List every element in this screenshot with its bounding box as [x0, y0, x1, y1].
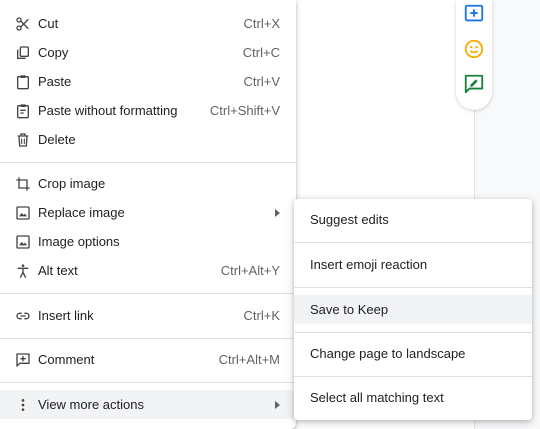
clipboard-text-icon: [14, 102, 32, 120]
scissors-icon: [14, 15, 32, 33]
menu-item-image-options[interactable]: Image options: [0, 227, 296, 256]
menu-item-label: Cut: [38, 16, 59, 31]
submenu-item-select-all-matching-text[interactable]: Select all matching text: [294, 383, 532, 412]
submenu-item-suggest-edits[interactable]: Suggest edits: [294, 205, 532, 234]
submenu-divider: [294, 332, 532, 333]
menu-item-shortcut: Ctrl+X: [243, 16, 280, 31]
image-icon: [14, 204, 32, 222]
submenu-item-save-to-keep[interactable]: Save to Keep: [294, 295, 532, 324]
context-menu: Cut Ctrl+X Copy Ctrl+C Paste Ctrl+V Past…: [0, 0, 296, 429]
menu-item-delete[interactable]: Delete: [0, 125, 296, 154]
submenu-divider: [294, 376, 532, 377]
menu-item-label: Paste: [38, 74, 72, 89]
accessibility-icon: [14, 262, 32, 280]
submenu-item-label: Change page to landscape: [310, 346, 466, 361]
menu-item-alt-text[interactable]: Alt text Ctrl+Alt+Y: [0, 256, 296, 285]
menu-divider: [0, 293, 296, 294]
menu-item-label: Image options: [38, 234, 120, 249]
view-more-actions-submenu: Suggest edits Insert emoji reaction Save…: [294, 199, 532, 420]
menu-item-copy[interactable]: Copy Ctrl+C: [0, 38, 296, 67]
trash-icon: [14, 131, 32, 149]
crop-icon: [14, 175, 32, 193]
image-icon: [14, 233, 32, 251]
submenu-item-change-page-to-landscape[interactable]: Change page to landscape: [294, 339, 532, 368]
menu-item-label: Delete: [38, 132, 76, 147]
more-vert-icon: [14, 396, 32, 414]
submenu-arrow-icon: [275, 208, 280, 217]
submenu-item-label: Select all matching text: [310, 390, 444, 405]
menu-item-shortcut: Ctrl+K: [243, 308, 280, 323]
submenu-item-label: Insert emoji reaction: [310, 257, 428, 272]
submenu-divider: [294, 287, 532, 288]
link-icon: [14, 307, 32, 325]
menu-item-insert-link[interactable]: Insert link Ctrl+K: [0, 301, 296, 330]
submenu-item-insert-emoji-reaction[interactable]: Insert emoji reaction: [294, 250, 532, 279]
menu-divider: [0, 162, 296, 163]
menu-item-shortcut: Ctrl+Shift+V: [209, 103, 280, 118]
copy-icon: [14, 44, 32, 62]
menu-item-crop-image[interactable]: Crop image: [0, 169, 296, 198]
menu-item-label: Replace image: [38, 205, 125, 220]
menu-item-label: Comment: [38, 352, 95, 367]
add-comment-icon: [463, 3, 485, 30]
menu-item-cut[interactable]: Cut Ctrl+X: [0, 9, 296, 38]
menu-item-label: Insert link: [38, 308, 94, 323]
suggest-edits-icon: [463, 73, 485, 100]
clipboard-icon: [14, 73, 32, 91]
add-comment-button[interactable]: [462, 4, 486, 28]
add-emoji-reaction-button[interactable]: [462, 39, 486, 63]
add-comment-icon: [14, 351, 32, 369]
menu-item-label: Paste without formatting: [38, 103, 178, 118]
emoji-icon: [463, 38, 485, 65]
submenu-arrow-icon: [275, 400, 280, 409]
submenu-item-label: Suggest edits: [310, 212, 389, 227]
menu-item-comment[interactable]: Comment Ctrl+Alt+M: [0, 345, 296, 374]
menu-divider: [0, 382, 296, 383]
submenu-divider: [294, 242, 532, 243]
floating-side-actions: [456, 0, 492, 110]
menu-item-label: Alt text: [38, 263, 78, 278]
menu-divider: [0, 338, 296, 339]
menu-item-shortcut: Ctrl+Alt+Y: [220, 263, 280, 278]
menu-item-shortcut: Ctrl+V: [243, 74, 280, 89]
suggest-edits-button[interactable]: [462, 74, 486, 98]
menu-item-shortcut: Ctrl+C: [242, 45, 280, 60]
menu-item-label: View more actions: [38, 397, 144, 412]
menu-item-paste[interactable]: Paste Ctrl+V: [0, 67, 296, 96]
menu-item-replace-image[interactable]: Replace image: [0, 198, 296, 227]
menu-item-shortcut: Ctrl+Alt+M: [218, 352, 280, 367]
menu-item-label: Crop image: [38, 176, 106, 191]
submenu-item-label: Save to Keep: [310, 302, 389, 317]
menu-item-view-more-actions[interactable]: View more actions: [0, 390, 296, 419]
menu-item-paste-without-formatting[interactable]: Paste without formatting Ctrl+Shift+V: [0, 96, 296, 125]
menu-item-label: Copy: [38, 45, 69, 60]
